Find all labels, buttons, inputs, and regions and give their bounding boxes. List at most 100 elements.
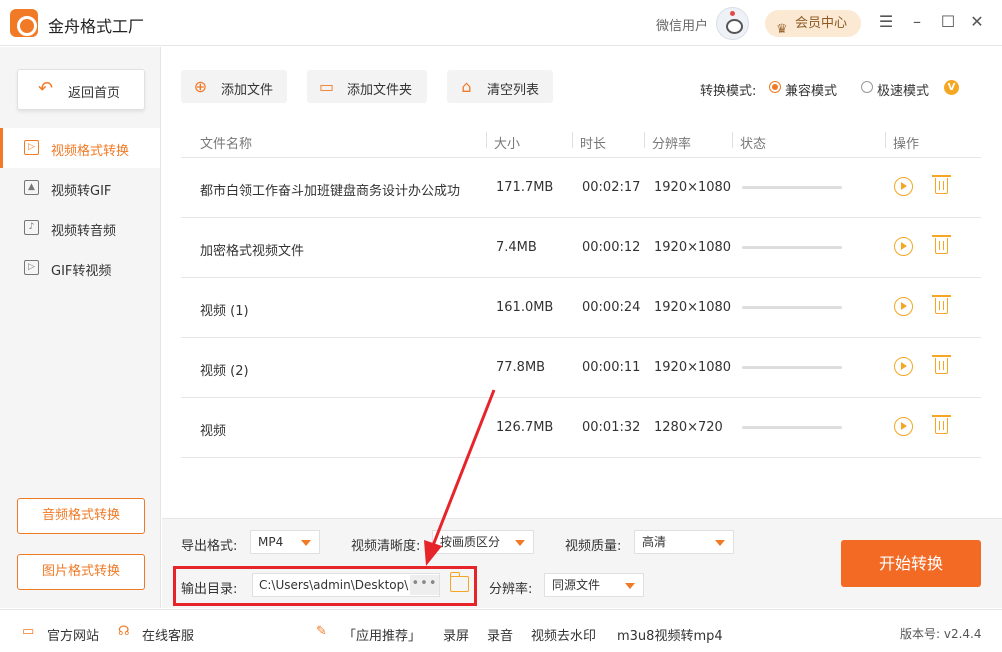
play-icon[interactable] (894, 357, 913, 376)
start-convert-button[interactable]: 开始转换 (841, 540, 981, 587)
maximize-button[interactable]: ☐ (938, 12, 958, 32)
progress-bar (742, 426, 842, 429)
progress-bar (742, 366, 842, 369)
menu-icon[interactable]: ☰ (876, 12, 896, 32)
add-file-button[interactable]: ⊕ 添加文件 (181, 70, 287, 103)
table-row[interactable]: 视频 (2) 77.8MB 00:00:11 1920×1080 (181, 338, 981, 398)
highlight-box (173, 566, 477, 606)
sidebar: ↶ 返回首页 ▷ 视频格式转换 ▲ 视频转GIF ♪ 视频转音频 ▷ GIF转视… (0, 47, 161, 608)
file-duration: 00:00:11 (582, 360, 641, 375)
wechat-user-label[interactable]: 微信用户 (656, 15, 708, 34)
sidebar-item-video-convert[interactable]: ▷ 视频格式转换 (0, 128, 160, 168)
file-size: 7.4MB (496, 240, 537, 255)
column-header-resolution: 分辨率 (652, 137, 692, 152)
sidebar-item-video-to-gif[interactable]: ▲ 视频转GIF (0, 168, 160, 208)
column-divider (644, 132, 645, 148)
file-name: 视频 (200, 424, 227, 439)
status-bar: ▭ 官方网站 ☊ 在线客服 ✎ 「应用推荐」 录屏 录音 视频去水印 m3u8视… (0, 609, 1002, 652)
vip-badge-icon: V (944, 80, 959, 95)
column-header-size: 大小 (494, 137, 521, 152)
trash-icon[interactable] (932, 415, 951, 434)
play-icon[interactable] (894, 237, 913, 256)
table-row[interactable]: 视频 126.7MB 00:01:32 1280×720 (181, 398, 981, 458)
column-divider (486, 132, 487, 148)
resolution-label: 分辨率: (489, 582, 533, 597)
compatible-mode-radio[interactable] (769, 81, 781, 93)
trash-icon[interactable] (932, 175, 951, 194)
file-resolution: 1920×1080 (654, 180, 732, 195)
add-folder-button[interactable]: ▭ 添加文件夹 (307, 70, 427, 103)
image-icon: ▲ (24, 180, 39, 195)
remove-watermark-link[interactable]: 视频去水印 (531, 625, 596, 644)
resolution-select[interactable]: 同源文件 (544, 573, 644, 597)
fast-mode-radio[interactable] (861, 81, 873, 93)
file-size: 161.0MB (496, 300, 554, 315)
official-site-link[interactable]: 官方网站 (47, 625, 99, 644)
avatar[interactable] (716, 7, 749, 40)
minimize-button[interactable]: – (907, 12, 927, 32)
megaphone-icon: ✎ (316, 624, 327, 639)
trash-icon[interactable] (932, 295, 951, 314)
quality-label: 视频质量: (565, 539, 622, 554)
column-divider (885, 132, 886, 148)
home-button-label: 返回首页 (68, 86, 121, 101)
sidebar-item-video-to-audio[interactable]: ♪ 视频转音频 (0, 208, 160, 248)
vip-center-label: 会员中心 (795, 16, 848, 31)
chevron-down-icon (715, 540, 725, 546)
clarity-label: 视频清晰度: (351, 539, 421, 554)
audio-convert-button[interactable]: 音频格式转换 (17, 498, 145, 534)
trash-icon[interactable] (932, 355, 951, 374)
title-bar: 金舟格式工厂 微信用户 ♛ 会员中心 ☰ – ☐ ✕ (0, 0, 1002, 46)
app-logo-icon (10, 9, 38, 37)
progress-bar (742, 306, 842, 309)
resolution-value: 同源文件 (552, 578, 601, 592)
file-duration: 00:02:17 (582, 180, 641, 195)
file-duration: 00:00:24 (582, 300, 641, 315)
image-convert-button[interactable]: 图片格式转换 (17, 554, 145, 590)
export-format-label: 导出格式: (181, 539, 238, 554)
play-icon[interactable] (894, 417, 913, 436)
close-button[interactable]: ✕ (967, 12, 987, 32)
table-row[interactable]: 都市白领工作奋斗加班键盘商务设计办公成功 171.7MB 00:02:17 19… (181, 158, 981, 218)
sidebar-item-label: 视频转GIF (51, 184, 112, 199)
compatible-mode-label[interactable]: 兼容模式 (785, 80, 837, 99)
plus-circle-icon: ⊕ (193, 77, 208, 96)
headset-icon: ☊ (118, 624, 130, 639)
version-label: 版本号: v2.4.4 (900, 627, 982, 641)
video-icon: ▷ (24, 140, 39, 155)
file-size: 126.7MB (496, 420, 554, 435)
audio-record-link[interactable]: 录音 (487, 625, 513, 644)
monitor-icon: ▭ (22, 624, 35, 639)
trash-icon[interactable] (932, 235, 951, 254)
app-title: 金舟格式工厂 (48, 17, 145, 36)
screen-record-link[interactable]: 录屏 (443, 625, 469, 644)
add-file-label: 添加文件 (221, 83, 274, 98)
sidebar-item-gif-to-video[interactable]: ▷ GIF转视频 (0, 248, 160, 288)
table-row[interactable]: 加密格式视频文件 7.4MB 00:00:12 1920×1080 (181, 218, 981, 278)
vip-center-button[interactable]: ♛ 会员中心 (765, 10, 861, 37)
clear-list-button[interactable]: ⌂ 清空列表 (447, 70, 553, 103)
fast-mode-label[interactable]: 极速模式 (877, 80, 929, 99)
column-divider (732, 132, 733, 148)
convert-mode-label: 转换模式: (700, 84, 757, 99)
column-divider (572, 132, 573, 148)
play-icon[interactable] (894, 177, 913, 196)
file-name: 视频 (1) (200, 304, 249, 319)
gif-icon: ▷ (24, 260, 39, 275)
home-button[interactable]: ↶ 返回首页 (17, 69, 145, 110)
table-row[interactable]: 视频 (1) 161.0MB 00:00:24 1920×1080 (181, 278, 981, 338)
sidebar-item-label: 视频转音频 (51, 224, 117, 239)
file-name: 视频 (2) (200, 364, 249, 379)
online-service-link[interactable]: 在线客服 (142, 625, 194, 644)
back-arrow-icon: ↶ (38, 78, 54, 99)
m3u8-to-mp4-link[interactable]: m3u8视频转mp4 (617, 625, 723, 644)
play-icon[interactable] (894, 297, 913, 316)
quality-select[interactable]: 高清 (634, 530, 734, 554)
export-format-select[interactable]: MP4 (250, 530, 320, 554)
file-resolution: 1920×1080 (654, 300, 732, 315)
music-icon: ♪ (24, 220, 39, 235)
file-name: 加密格式视频文件 (200, 244, 305, 259)
clarity-select[interactable]: 按画质区分 (432, 530, 534, 554)
clear-list-label: 清空列表 (487, 83, 540, 98)
column-header-status: 状态 (740, 137, 767, 152)
